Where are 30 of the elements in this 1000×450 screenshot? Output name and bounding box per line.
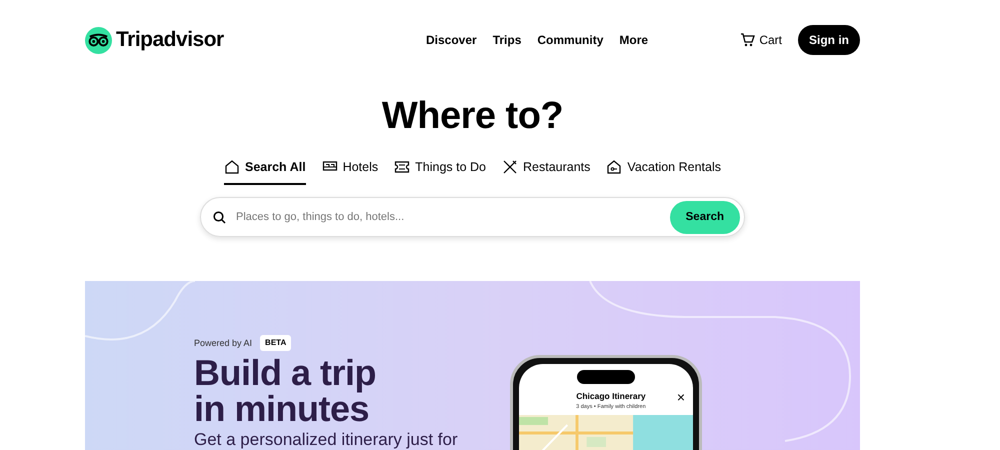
category-tab[interactable]: Vacation Rentals xyxy=(606,158,721,186)
search-button[interactable]: Search xyxy=(670,200,740,234)
search-field[interactable]: Places to go, things to do, hotels... Search xyxy=(200,197,745,238)
category-tab[interactable]: Restaurants xyxy=(502,158,590,186)
headline-text: Build a trip xyxy=(194,355,376,392)
beta-tag: BETA xyxy=(260,335,292,352)
nav-link[interactable]: Community xyxy=(537,31,604,49)
nav-link[interactable]: Trips xyxy=(492,31,522,49)
category-tab[interactable]: Search All xyxy=(224,158,306,186)
nav-link[interactable]: More xyxy=(619,31,648,49)
subtitle-text: Get a personalized itinerary just for xyxy=(194,429,458,450)
eyebrow-text: Powered by AI xyxy=(194,336,252,350)
itinerary-title: Chicago Itinerary xyxy=(575,390,647,404)
page-heading: Where to? xyxy=(380,94,564,139)
close-button[interactable]: × xyxy=(676,390,685,404)
logo-text[interactable]: Tripadvisor xyxy=(116,24,224,56)
ticket-icon xyxy=(394,158,410,175)
camera-notch xyxy=(577,370,635,384)
owl-logo-icon xyxy=(85,26,112,54)
headline-text: in minutes xyxy=(194,391,370,428)
house-key-icon xyxy=(606,158,622,175)
cart-link[interactable]: Cart xyxy=(740,31,782,49)
cart-icon xyxy=(740,33,756,47)
category-tab[interactable]: Hotels xyxy=(322,158,378,186)
category-tab[interactable]: Things to Do xyxy=(394,158,486,186)
house-icon xyxy=(224,158,240,175)
sign-in-button[interactable]: Sign in xyxy=(798,25,860,55)
utensils-icon xyxy=(502,158,518,175)
search-icon xyxy=(213,210,226,224)
nav-link[interactable]: Discover xyxy=(426,31,477,49)
